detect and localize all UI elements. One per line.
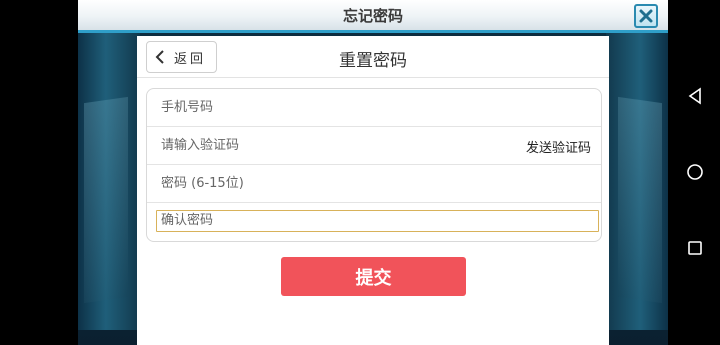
background-right-panel (606, 30, 668, 330)
background-left-panel (78, 30, 140, 330)
reset-form: 发送验证码 (146, 88, 602, 242)
close-button[interactable] (634, 4, 658, 28)
password-row (147, 165, 601, 203)
screen: 忘记密码 返回 重置密码 发送验证码 (0, 0, 720, 345)
close-icon (639, 9, 653, 23)
background-crystal-right (618, 96, 662, 304)
phone-row (147, 89, 601, 127)
window-title-bar: 忘记密码 (78, 0, 668, 33)
password-input[interactable] (161, 165, 461, 202)
triangle-back-icon[interactable] (686, 87, 704, 105)
dialog-heading: 重置密码 (339, 51, 407, 71)
android-nav-bar (668, 0, 720, 345)
submit-button[interactable]: 提交 (281, 257, 466, 296)
circle-home-icon[interactable] (686, 163, 704, 181)
dialog-header: 返回 重置密码 (137, 36, 609, 78)
confirm-password-row (147, 203, 601, 241)
confirm-password-input[interactable] (156, 209, 599, 232)
reset-password-dialog: 返回 重置密码 发送验证码 提交 (137, 36, 609, 345)
background-crystal-left (84, 96, 128, 304)
phone-input[interactable] (161, 89, 461, 126)
send-code-button[interactable]: 发送验证码 (526, 137, 591, 156)
window-title: 忘记密码 (342, 7, 403, 25)
verification-code-input[interactable] (161, 127, 461, 164)
code-row: 发送验证码 (147, 127, 601, 165)
square-recent-icon[interactable] (686, 239, 704, 257)
